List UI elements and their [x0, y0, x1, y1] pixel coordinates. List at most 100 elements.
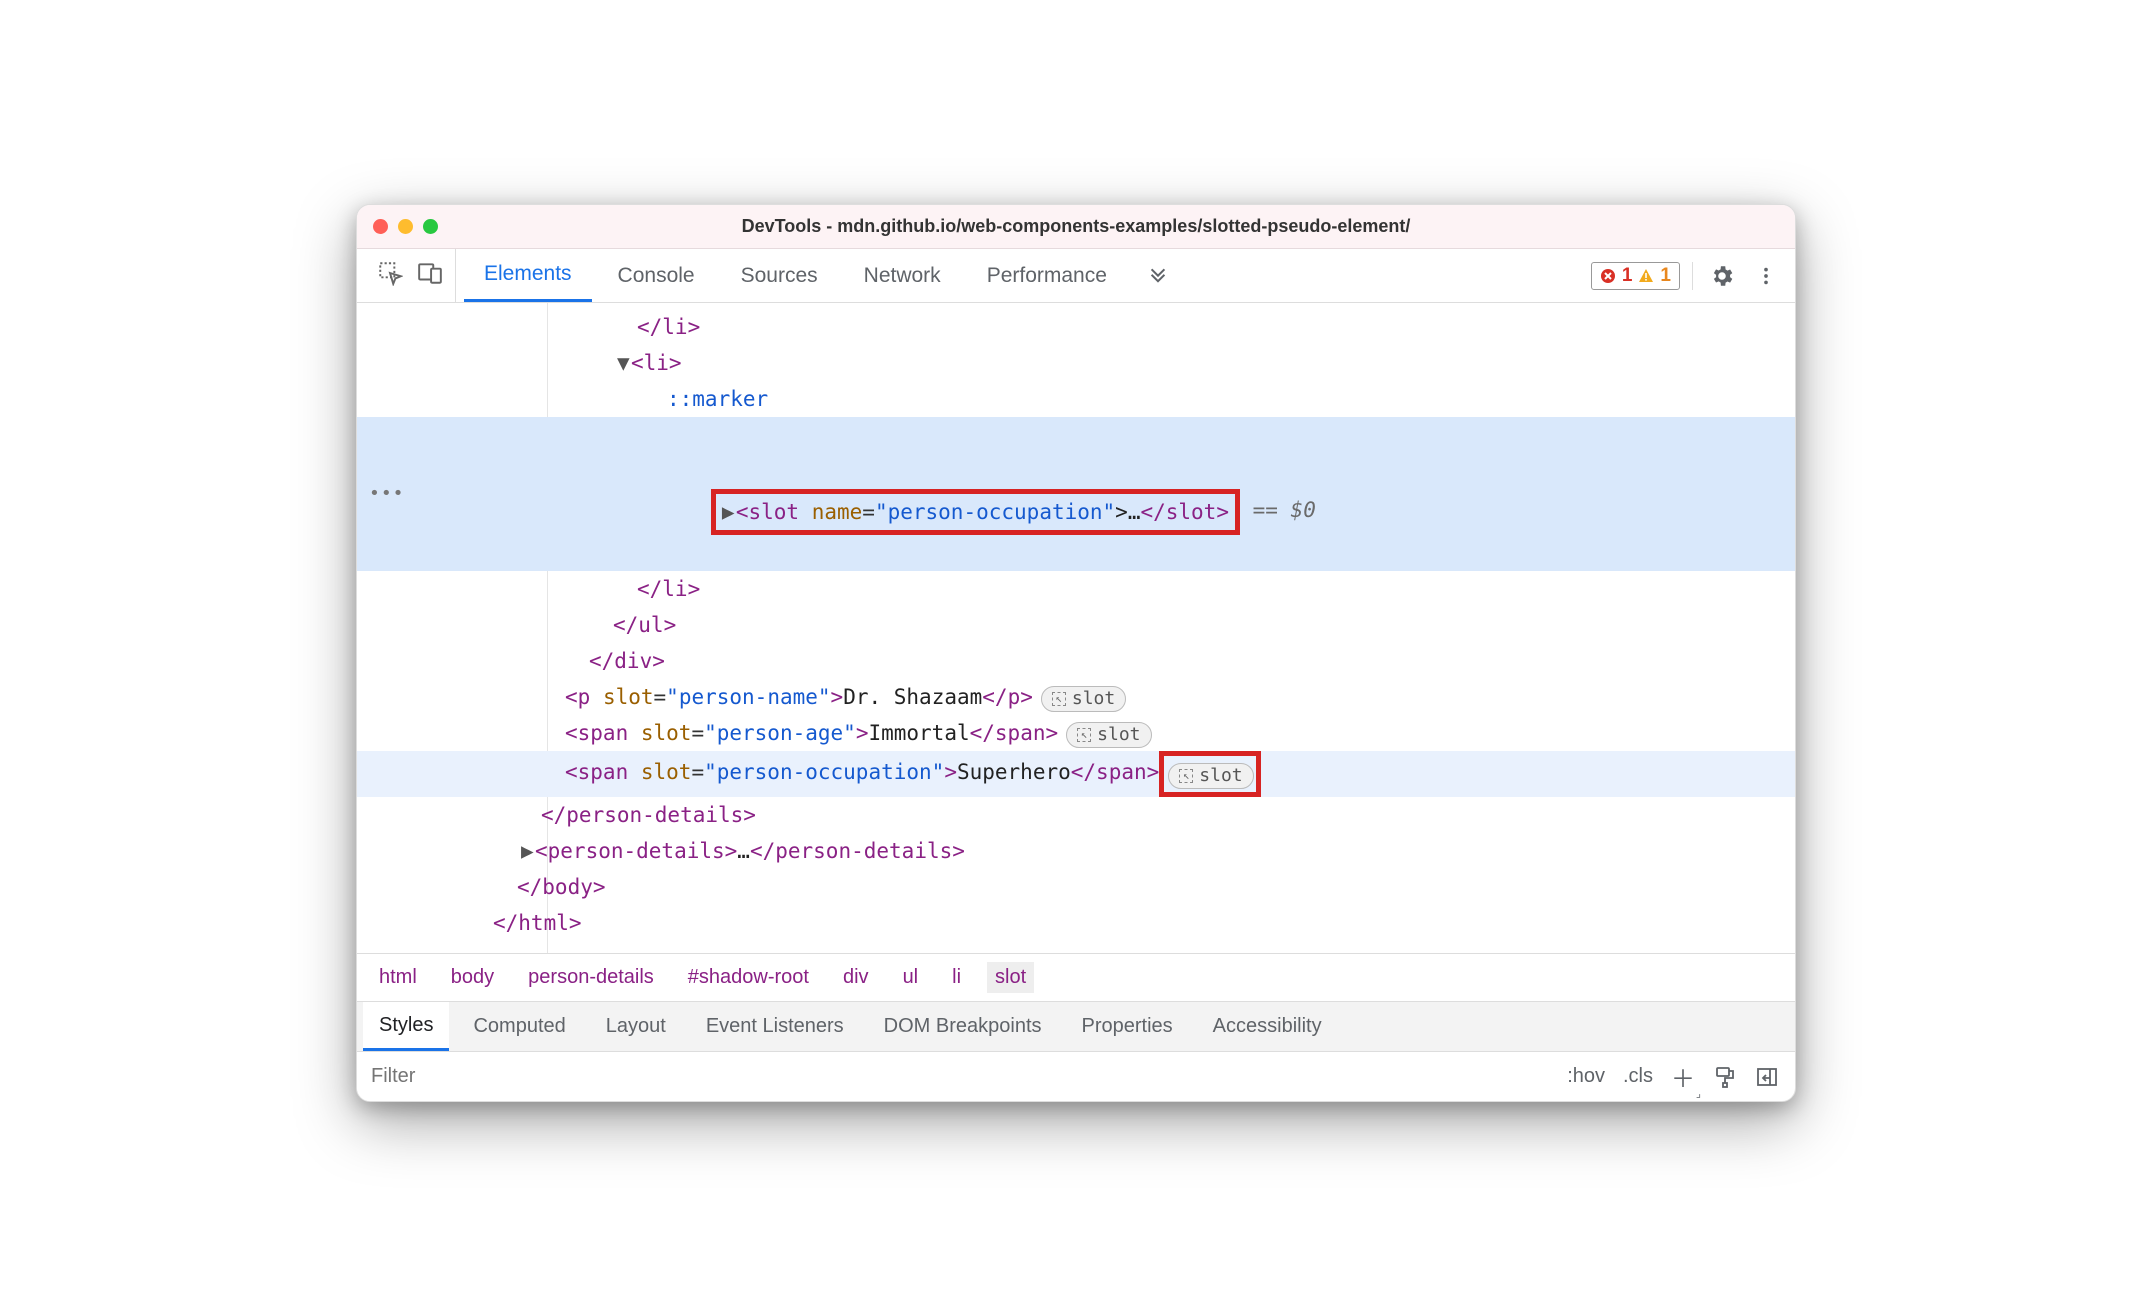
elements-tree[interactable]: </li> ▼<li> ::marker ••• ▶<slot name="pe… [357, 303, 1795, 953]
slot-pill-label: slot [1199, 758, 1242, 794]
attr-name: slot [641, 760, 692, 784]
error-count: 1 [1622, 265, 1633, 287]
subtab-styles[interactable]: Styles [363, 1002, 449, 1051]
crumb-person-details[interactable]: person-details [520, 962, 662, 993]
issues-counter[interactable]: 1 1 [1591, 262, 1680, 290]
kebab-menu-icon[interactable] [1751, 261, 1781, 291]
main-toolbar: Elements Console Sources Network Perform… [357, 249, 1795, 303]
styles-toolbar: :hov .cls ＋ [357, 1051, 1795, 1101]
pseudo-marker: ::marker [667, 387, 768, 411]
expand-arrow-down-icon[interactable]: ▼ [617, 345, 631, 381]
tab-network[interactable]: Network [844, 249, 961, 302]
crumb-slot[interactable]: slot [987, 962, 1034, 993]
inspect-element-icon[interactable] [377, 260, 403, 292]
tree-row-selected[interactable]: ••• ▶<slot name="person-occupation">…</s… [357, 417, 1795, 571]
divider [1692, 262, 1693, 290]
titlebar: DevTools - mdn.github.io/web-components-… [357, 205, 1795, 249]
tree-row[interactable]: </person-details> [357, 797, 1795, 833]
reveal-slot-button[interactable]: ↖slot [1168, 763, 1253, 789]
expand-arrow-right-icon[interactable]: ▶ [521, 833, 535, 869]
subtab-dom-breakpoints[interactable]: DOM Breakpoints [868, 1002, 1058, 1051]
tab-console[interactable]: Console [598, 249, 715, 302]
tree-row[interactable]: </li> [357, 309, 1795, 345]
panel-tabstrip: Elements Console Sources Network Perform… [456, 249, 1577, 302]
subtab-computed[interactable]: Computed [457, 1002, 581, 1051]
reveal-slot-button[interactable]: ↖slot [1041, 686, 1126, 712]
slot-target-icon: ↖ [1077, 728, 1091, 742]
slot-pill-label: slot [1072, 681, 1115, 717]
attr-value: "person-age" [704, 721, 856, 745]
crumb-li[interactable]: li [944, 962, 969, 993]
device-toggle-icon[interactable] [417, 260, 443, 292]
crumb-ul[interactable]: ul [895, 962, 927, 993]
attr-value: "person-occupation" [875, 500, 1115, 524]
tree-row[interactable]: </body> [357, 869, 1795, 905]
tree-row[interactable]: </li> [357, 571, 1795, 607]
p-tag: <p [565, 685, 603, 709]
traffic-lights [373, 219, 438, 234]
subtab-layout[interactable]: Layout [590, 1002, 682, 1051]
text-content: Dr. Shazaam [843, 685, 982, 709]
toggle-hov-button[interactable]: :hov [1567, 1065, 1605, 1088]
slot-tag: <slot [736, 500, 812, 524]
window-title: DevTools - mdn.github.io/web-components-… [357, 216, 1795, 237]
selected-dollar0: == $0 [1240, 498, 1316, 522]
expand-arrow-right-icon[interactable]: ▶ [722, 494, 736, 530]
crumb-div[interactable]: div [835, 962, 877, 993]
tab-elements[interactable]: Elements [464, 249, 592, 302]
new-style-rule-button[interactable]: ＋ [1671, 1059, 1695, 1094]
attr-value: "person-name" [666, 685, 830, 709]
tree-row[interactable]: ::marker [357, 381, 1795, 417]
tree-row[interactable]: </ul> [357, 607, 1795, 643]
zoom-window-button[interactable] [423, 219, 438, 234]
slot-target-icon: ↖ [1179, 769, 1193, 783]
tree-row[interactable]: ▼<li> [357, 345, 1795, 381]
row-actions-icon[interactable]: ••• [369, 476, 405, 512]
settings-icon[interactable] [1705, 259, 1739, 293]
elements-breadcrumb: html body person-details #shadow-root di… [357, 953, 1795, 1001]
close-window-button[interactable] [373, 219, 388, 234]
crumb-html[interactable]: html [371, 962, 425, 993]
closing-tag-span: </span> [970, 721, 1059, 745]
toggle-computed-side-icon[interactable] [1755, 1065, 1779, 1089]
subtab-accessibility[interactable]: Accessibility [1197, 1002, 1338, 1051]
styles-filter-input[interactable] [357, 1052, 1551, 1101]
collapsed-content: … [737, 839, 750, 863]
tree-row[interactable]: <span slot="person-age">Immortal</span>↖… [357, 715, 1795, 751]
attr-value: "person-occupation" [704, 760, 944, 784]
closing-tag-li: </li> [637, 315, 700, 339]
warning-count: 1 [1660, 265, 1671, 287]
slot-target-icon: ↖ [1052, 692, 1066, 706]
attr-name: slot [641, 721, 692, 745]
devtools-window: DevTools - mdn.github.io/web-components-… [356, 204, 1796, 1102]
tab-performance[interactable]: Performance [967, 249, 1127, 302]
tree-row[interactable]: </div> [357, 643, 1795, 679]
minimize-window-button[interactable] [398, 219, 413, 234]
tree-row[interactable]: <p slot="person-name">Dr. Shazaam</p>↖sl… [357, 679, 1795, 715]
reveal-slot-button[interactable]: ↖slot [1066, 722, 1151, 748]
crumb-body[interactable]: body [443, 962, 502, 993]
closing-tag-ul: </ul> [613, 613, 676, 637]
tree-row-related[interactable]: <span slot="person-occupation">Superhero… [357, 751, 1795, 797]
collapsed-content: >… [1115, 500, 1140, 524]
tree-row[interactable]: </html> [357, 905, 1795, 941]
closing-tag-person-details: </person-details> [541, 803, 756, 827]
styles-tools: :hov .cls ＋ [1551, 1059, 1795, 1094]
tab-overflow-button[interactable] [1133, 262, 1183, 290]
toggle-cls-button[interactable]: .cls [1623, 1065, 1653, 1088]
subtab-properties[interactable]: Properties [1066, 1002, 1189, 1051]
sidebar-tabstrip: Styles Computed Layout Event Listeners D… [357, 1001, 1795, 1051]
closing-tag-html: </html> [493, 911, 582, 935]
tab-sources[interactable]: Sources [721, 249, 838, 302]
subtab-event-listeners[interactable]: Event Listeners [690, 1002, 860, 1051]
styles-paint-icon[interactable] [1713, 1065, 1737, 1089]
closing-tag-slot: </slot> [1140, 500, 1229, 524]
closing-tag-div: </div> [589, 649, 665, 673]
closing-tag-li: </li> [637, 577, 700, 601]
attr-name: name [812, 500, 863, 524]
tree-row[interactable]: ▶<person-details>…</person-details> [357, 833, 1795, 869]
person-details-tag: <person-details> [535, 839, 737, 863]
toolbar-left-group [357, 249, 456, 302]
text-content: Immortal [868, 721, 969, 745]
crumb-shadow-root[interactable]: #shadow-root [680, 962, 817, 993]
